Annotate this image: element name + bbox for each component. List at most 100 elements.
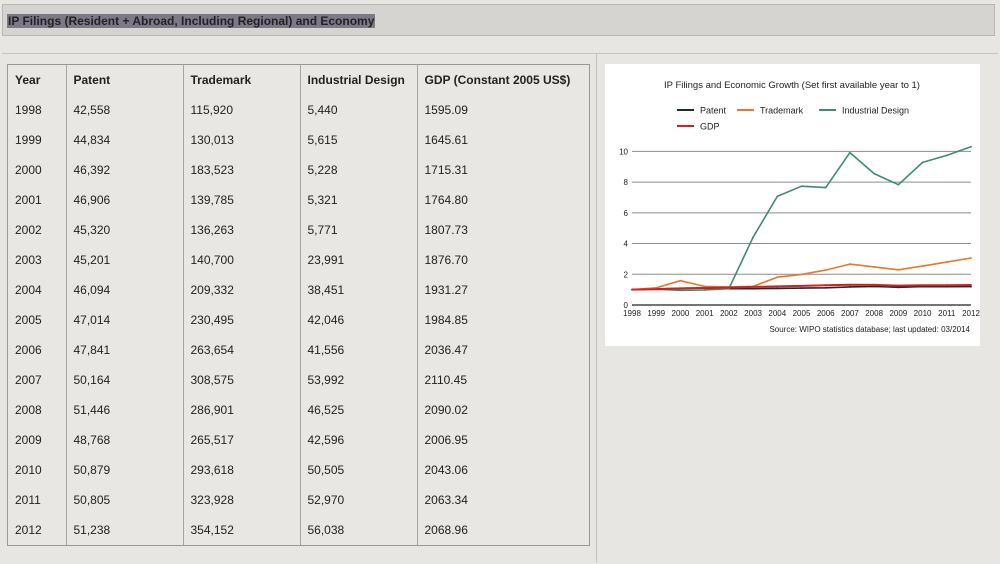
legend-label-gdp: GDP [700,122,720,132]
data-point-industrial-design [776,195,779,198]
y-tick-label: 2 [624,270,629,279]
cell-industrial-design: 38,451 [299,275,417,305]
ip-filings-table: Year Patent Trademark Industrial Design … [8,65,589,545]
cell-trademark: 130,013 [182,125,300,155]
cell-year: 2012 [15,523,42,537]
header-trademark: Trademark [182,65,300,95]
y-tick-label: 8 [624,178,629,187]
table-row: 2011 50,805 323,928 52,970 2063.34 [8,485,589,515]
data-point-gdp [631,288,633,291]
data-point-gdp [873,283,876,286]
x-tick-label: 1999 [647,309,665,318]
x-tick-label: 2004 [768,309,786,318]
table-row: 2003 45,201 140,700 23,991 1876.70 [8,245,589,275]
cell-industrial-design: 42,046 [299,305,417,335]
data-point-trademark [945,261,948,264]
table-row: 2002 45,320 136,263 5,771 1807.73 [8,215,589,245]
x-tick-label: 2009 [889,309,907,318]
cell-trademark: 136,263 [182,215,300,245]
data-point-industrial-design [897,183,900,186]
cell-year: 1999 [15,133,42,147]
data-point-gdp [655,288,658,291]
data-point-industrial-design [703,289,706,291]
x-tick-label: 1998 [623,309,641,318]
x-tick-label: 2011 [938,309,956,318]
table-row: 2012 51,238 354,152 56,038 2068.96 [8,515,589,545]
table-body: 1998 42,558 115,920 5,440 1595.09 1999 44,834 1… [8,95,589,545]
header-year: Year [15,73,41,87]
data-point-gdp [727,286,730,289]
cell-year: 2011 [15,493,41,507]
cell-patent: 45,320 [65,215,183,245]
cell-gdp: 1807.73 [416,215,589,245]
table-header-row: Year Patent Trademark Industrial Design … [8,65,589,95]
data-point-industrial-design [970,145,972,148]
cell-gdp: 1595.09 [416,95,589,125]
cell-patent: 47,014 [65,305,183,335]
data-point-trademark [824,269,827,272]
header-patent: Patent [65,65,183,95]
cell-industrial-design: 50,505 [299,455,417,485]
data-point-trademark [873,265,876,268]
cell-patent: 44,834 [65,125,183,155]
cell-trademark: 286,901 [182,395,300,425]
cell-industrial-design: 42,596 [299,425,417,455]
legend-label-industrial-design: Industrial Design [842,106,909,116]
line-chart: IP Filings and Economic Growth (Set firs… [619,80,980,334]
chart-source-note: Source: WIPO statistics database; last u… [769,325,970,334]
data-point-gdp [679,287,682,290]
data-point-industrial-design [873,172,876,175]
cell-year: 2007 [15,373,42,387]
cell-year: 2006 [15,343,42,357]
cell-industrial-design: 56,038 [299,515,417,545]
data-point-trademark [921,265,924,268]
table-row: 2008 51,446 286,901 46,525 2090.02 [8,395,589,425]
cell-industrial-design: 5,771 [299,215,417,245]
cell-patent: 46,392 [65,155,183,185]
cell-industrial-design: 46,525 [299,395,417,425]
cell-year: 2000 [15,163,42,177]
cell-patent: 46,094 [65,275,183,305]
cell-patent: 50,164 [65,365,183,395]
data-point-patent [824,286,827,289]
x-tick-label: 2005 [793,309,811,318]
data-point-gdp [921,284,924,287]
cell-industrial-design: 5,615 [299,125,417,155]
table-row: 2007 50,164 308,575 53,992 2110.45 [8,365,589,395]
cell-gdp: 2043.06 [416,455,589,485]
cell-gdp: 2036.47 [416,335,589,365]
cell-gdp: 2006.95 [416,425,589,455]
data-point-trademark [679,279,682,282]
table-row: 2006 47,841 263,654 41,556 2036.47 [8,335,589,365]
legend-label-trademark: Trademark [760,106,804,116]
table-row: 1998 42,558 115,920 5,440 1595.09 [8,95,589,125]
legend-label-patent: Patent [700,106,727,116]
cell-gdp: 1715.31 [416,155,589,185]
x-tick-label: 2007 [841,309,859,318]
cell-patent: 50,879 [65,455,183,485]
cell-year: 2002 [15,223,42,237]
x-tick-label: 2001 [696,309,714,318]
cell-gdp: 2068.96 [416,515,589,545]
data-point-gdp [752,285,754,288]
x-tick-label: 2000 [672,309,690,318]
data-point-gdp [800,285,803,287]
cell-patent: 50,805 [65,485,183,515]
cell-trademark: 140,700 [182,245,300,275]
data-point-industrial-design [800,185,803,188]
data-point-gdp [945,284,948,287]
cell-industrial-design: 5,321 [299,185,417,215]
data-point-gdp [897,284,900,287]
data-point-industrial-design [824,186,827,189]
cell-year: 2001 [15,193,42,207]
cell-gdp: 1645.61 [416,125,589,155]
cell-gdp: 1984.85 [416,305,589,335]
cell-industrial-design: 52,970 [299,485,417,515]
data-point-trademark [970,257,972,259]
data-point-patent [800,287,803,289]
cell-year: 2008 [15,403,42,417]
x-tick-label: 2008 [865,309,883,318]
cell-year: 2003 [15,253,42,267]
cell-industrial-design: 41,556 [299,335,417,365]
header-industrial-design: Industrial Design [299,65,417,95]
